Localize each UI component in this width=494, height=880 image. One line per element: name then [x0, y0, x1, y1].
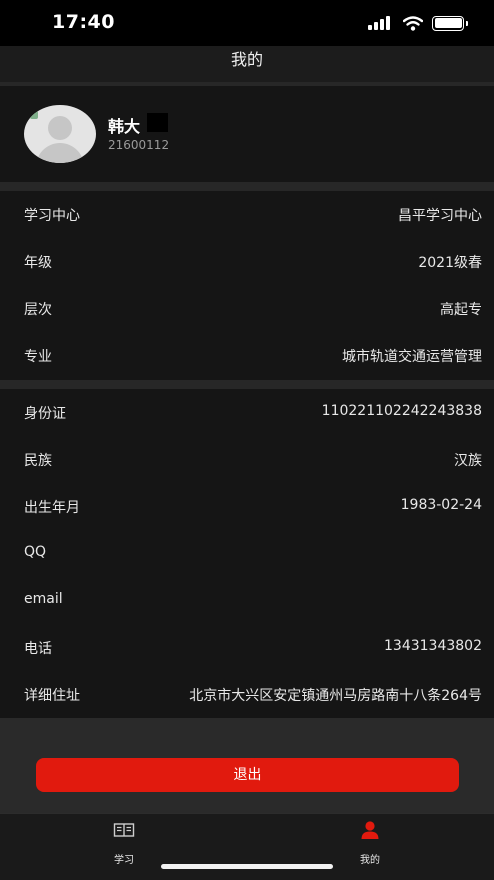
row-label: 民族 — [24, 453, 52, 469]
divider — [0, 380, 494, 389]
row-label: 详细住址 — [24, 688, 80, 704]
tab-study[interactable]: 学习 — [74, 814, 174, 869]
personal-info-section: 身份证 110221102242243838 民族 汉族 出生年月 1983-0… — [0, 389, 494, 718]
logout-button[interactable]: 退出 — [36, 758, 459, 792]
row-label: 年级 — [24, 255, 52, 271]
page-title: 我的 — [230, 50, 263, 69]
avatar-placeholder-icon — [48, 116, 72, 140]
row-value: 2021级春 — [418, 255, 482, 271]
info-row-qq: QQ — [0, 530, 494, 577]
row-label: 学习中心 — [24, 208, 80, 224]
info-row-id-card: 身份证 110221102242243838 — [0, 389, 494, 436]
info-row-grade: 年级 2021级春 — [0, 238, 494, 285]
row-value: 高起专 — [440, 302, 482, 318]
info-row-phone: 电话 13431343802 — [0, 624, 494, 671]
row-value: 昌平学习中心 — [398, 208, 482, 224]
battery-icon — [432, 15, 468, 31]
name-redaction — [147, 113, 168, 132]
info-row-study-center: 学习中心 昌平学习中心 — [0, 191, 494, 238]
row-value: 13431343802 — [384, 638, 482, 654]
logout-area: 退出 — [0, 718, 494, 813]
book-icon — [113, 823, 135, 837]
row-label: 出生年月 — [24, 500, 80, 516]
profile-name: 韩大 — [108, 117, 141, 136]
student-id: 21600112 — [108, 138, 170, 152]
cellular-signal-icon — [368, 16, 394, 30]
row-label: 身份证 — [24, 406, 66, 422]
row-label: 专业 — [24, 349, 52, 365]
tab-bar: 学习 我的 — [0, 813, 494, 880]
row-value: 北京市大兴区安定镇通州马房路南十八条264号 — [189, 688, 482, 704]
row-label: 电话 — [24, 641, 52, 657]
profile-header: 韩大 21600112 — [0, 86, 494, 182]
row-value: 110221102242243838 — [321, 403, 482, 419]
info-row-major: 专业 城市轨道交通运营管理 — [0, 332, 494, 379]
person-icon — [361, 821, 379, 839]
row-value: 城市轨道交通运营管理 — [342, 349, 482, 365]
row-label: email — [24, 591, 63, 607]
info-row-level: 层次 高起专 — [0, 285, 494, 332]
avatar[interactable] — [24, 105, 96, 163]
info-row-address: 详细住址 北京市大兴区安定镇通州马房路南十八条264号 — [0, 671, 494, 718]
info-row-birth-date: 出生年月 1983-02-24 — [0, 483, 494, 530]
row-value: 1983-02-24 — [400, 497, 482, 513]
wifi-icon — [403, 15, 423, 31]
study-info-section: 学习中心 昌平学习中心 年级 2021级春 层次 高起专 专业 城市轨道交通运营… — [0, 191, 494, 380]
info-row-ethnicity: 民族 汉族 — [0, 436, 494, 483]
tab-label: 学习 — [114, 855, 134, 866]
status-icons — [368, 15, 468, 31]
divider — [0, 182, 494, 191]
info-row-email: email — [0, 577, 494, 624]
status-time: 17:40 — [52, 11, 115, 33]
tab-mine[interactable]: 我的 — [320, 814, 420, 869]
home-indicator — [161, 864, 333, 869]
row-value: 汉族 — [454, 453, 482, 469]
title-bar: 我的 — [0, 46, 494, 82]
status-bar: 17:40 — [0, 0, 494, 46]
tab-label: 我的 — [360, 855, 380, 866]
row-label: QQ — [24, 544, 47, 560]
row-label: 层次 — [24, 302, 52, 318]
avatar-badge-icon — [30, 111, 38, 119]
